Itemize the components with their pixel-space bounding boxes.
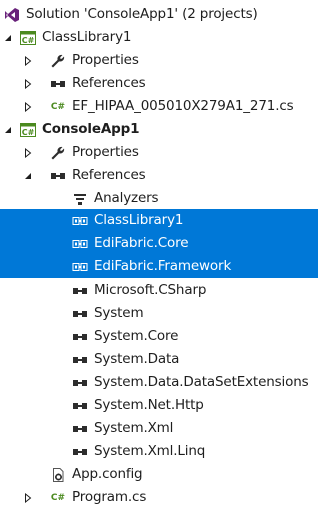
csharp-file-icon: C# xyxy=(50,490,66,506)
csharp-glyph: C# xyxy=(50,101,66,112)
reference-item-analyzers[interactable]: Analyzers xyxy=(0,187,318,210)
project-label: ClassLibrary1 xyxy=(42,29,132,45)
assembly-reference-icon xyxy=(72,329,88,345)
consoleapp1-program-cs[interactable]: C# Program.cs xyxy=(0,486,318,509)
reference-label: System.Xml.Linq xyxy=(94,443,206,459)
reference-item-system[interactable]: System xyxy=(0,302,318,325)
classlibrary1-references[interactable]: References xyxy=(0,72,318,95)
reference-item-system-xml-linq[interactable]: System.Xml.Linq xyxy=(0,440,318,463)
assembly-reference-icon xyxy=(72,375,88,391)
reference-item-system-xml[interactable]: System.Xml xyxy=(0,417,318,440)
project-label: ConsoleApp1 xyxy=(42,121,140,137)
assembly-reference-icon xyxy=(72,283,88,299)
csharp-project-icon: C# xyxy=(20,30,36,46)
references-icon xyxy=(50,76,66,92)
reference-item-system-data-datasetextensions[interactable]: System.Data.DataSetExtensions xyxy=(0,371,318,394)
file-label: App.config xyxy=(72,466,143,482)
consoleapp1-references[interactable]: References xyxy=(0,164,318,187)
assembly-reference-icon xyxy=(72,421,88,437)
file-label: EF_HIPAA_005010X279A1_271.cs xyxy=(72,98,294,114)
reference-item-microsoft-csharp[interactable]: Microsoft.CSharp xyxy=(0,279,318,302)
reference-label: System.Xml xyxy=(94,420,174,436)
project-reference-icon xyxy=(72,259,88,275)
config-file-icon xyxy=(50,467,66,483)
reference-item-system-data[interactable]: System.Data xyxy=(0,348,318,371)
properties-label: Properties xyxy=(72,144,139,160)
reference-label: System xyxy=(94,305,144,321)
csharp-project-icon: C# xyxy=(20,122,36,138)
project-reference-icon xyxy=(72,236,88,252)
classlibrary1-properties[interactable]: Properties xyxy=(0,49,318,72)
reference-label: ClassLibrary1 xyxy=(94,212,184,228)
wrench-icon xyxy=(50,145,66,161)
assembly-reference-icon xyxy=(72,306,88,322)
solution-node[interactable]: Solution 'ConsoleApp1' (2 projects) xyxy=(0,3,318,26)
csharp-glyph: C# xyxy=(22,128,35,137)
reference-label: System.Core xyxy=(94,328,179,344)
project-reference-icon xyxy=(72,213,88,229)
reference-label: EdiFabric.Framework xyxy=(94,258,232,274)
references-label: References xyxy=(72,75,146,91)
reference-item-edifabric-framework[interactable]: EdiFabric.Framework xyxy=(0,255,318,278)
analyzers-icon xyxy=(72,191,88,207)
reference-item-edifabric-core[interactable]: EdiFabric.Core xyxy=(0,232,318,255)
assembly-reference-icon xyxy=(72,444,88,460)
reference-item-classlibrary1[interactable]: ClassLibrary1 xyxy=(0,209,318,232)
reference-label: Analyzers xyxy=(94,190,159,206)
properties-label: Properties xyxy=(72,52,139,68)
csharp-file-icon: C# xyxy=(50,99,66,115)
project-classlibrary1[interactable]: C# ClassLibrary1 xyxy=(0,26,318,49)
csharp-glyph: C# xyxy=(22,36,35,45)
consoleapp1-properties[interactable]: Properties xyxy=(0,141,318,164)
classlibrary1-cs-file[interactable]: C# EF_HIPAA_005010X279A1_271.cs xyxy=(0,95,318,118)
consoleapp1-app-config[interactable]: App.config xyxy=(0,463,318,486)
reference-label: System.Data.DataSetExtensions xyxy=(94,374,309,390)
collapsed-triangle-icon[interactable] xyxy=(22,49,34,72)
wrench-icon xyxy=(50,53,66,69)
references-icon xyxy=(50,168,66,184)
project-consoleapp1[interactable]: C# ConsoleApp1 xyxy=(0,118,318,141)
collapsed-triangle-icon[interactable] xyxy=(22,141,34,164)
references-label: References xyxy=(72,167,146,183)
assembly-reference-icon xyxy=(72,352,88,368)
visual-studio-solution-icon xyxy=(4,7,20,23)
reference-label: System.Data xyxy=(94,351,180,367)
reference-item-system-net-http[interactable]: System.Net.Http xyxy=(0,394,318,417)
solution-label: Solution 'ConsoleApp1' (2 projects) xyxy=(26,6,258,22)
reference-label: System.Net.Http xyxy=(94,397,204,413)
collapsed-triangle-icon[interactable] xyxy=(22,486,34,509)
expanded-triangle-icon[interactable] xyxy=(2,118,14,141)
reference-item-system-core[interactable]: System.Core xyxy=(0,325,318,348)
expanded-triangle-icon[interactable] xyxy=(22,164,34,187)
csharp-glyph: C# xyxy=(50,492,66,503)
expanded-triangle-icon[interactable] xyxy=(2,26,14,49)
collapsed-triangle-icon[interactable] xyxy=(22,72,34,95)
assembly-reference-icon xyxy=(72,398,88,414)
file-label: Program.cs xyxy=(72,489,147,505)
reference-label: EdiFabric.Core xyxy=(94,235,189,251)
reference-label: Microsoft.CSharp xyxy=(94,282,207,298)
collapsed-triangle-icon[interactable] xyxy=(22,95,34,118)
